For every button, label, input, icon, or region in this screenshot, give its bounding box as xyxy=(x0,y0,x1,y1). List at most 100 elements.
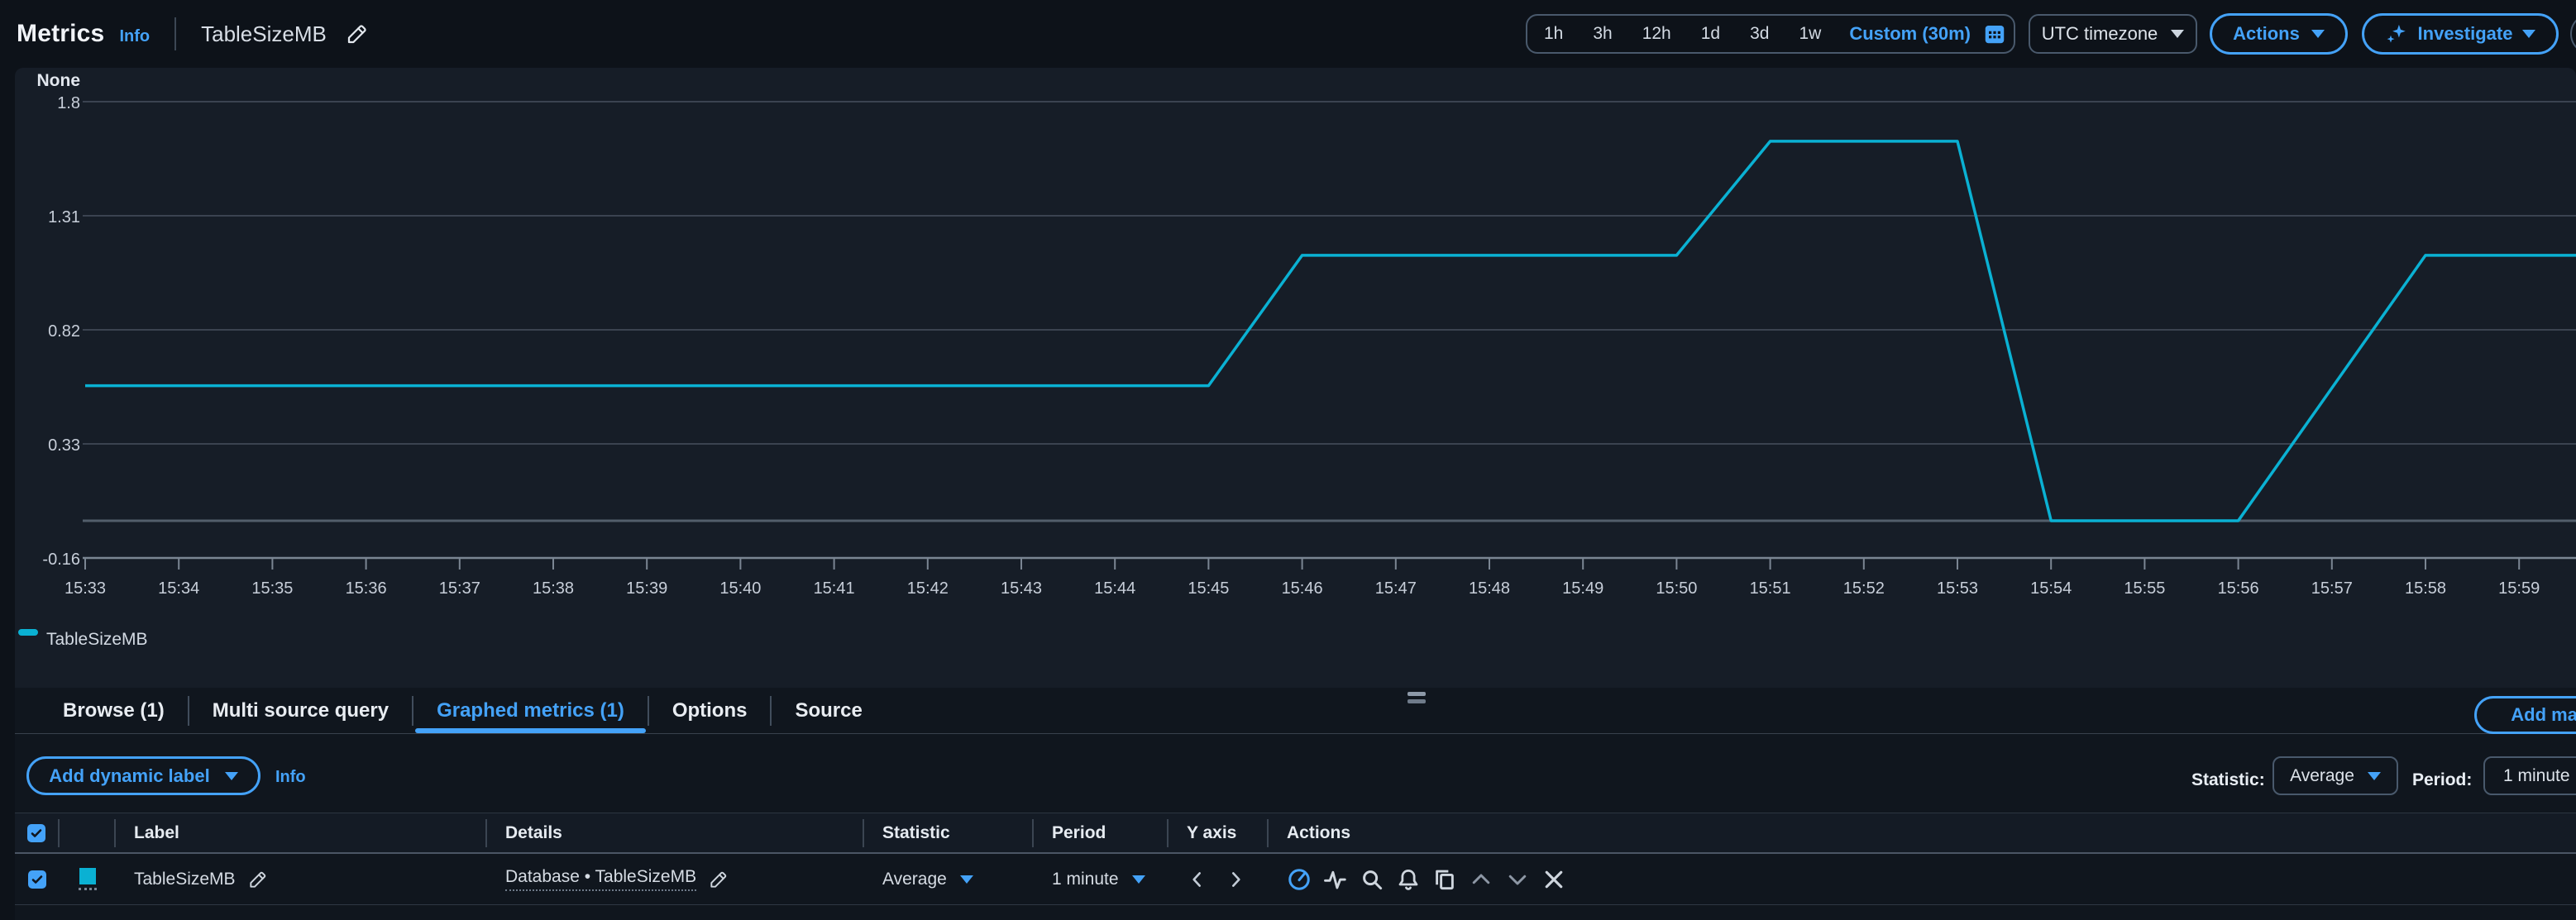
top-bar: Metrics Info TableSizeMB 1h3h12h1d3d1w C… xyxy=(0,0,2576,68)
tab-graphed-metrics-1[interactable]: Graphed metrics (1) xyxy=(413,688,648,733)
column-header-label[interactable]: Label xyxy=(116,819,487,847)
edit-graph-title-icon[interactable] xyxy=(345,21,370,46)
investigate-button[interactable]: Investigate xyxy=(2362,13,2559,55)
x-tick-label: 15:45 xyxy=(1188,579,1229,598)
metrics-info-link[interactable]: Info xyxy=(119,27,150,46)
x-tick-label: 15:42 xyxy=(907,579,949,598)
column-header-period[interactable]: Period xyxy=(1034,819,1169,847)
y-tick-label: 1.8 xyxy=(57,94,80,112)
search-icon[interactable] xyxy=(1360,867,1384,892)
statistic-select[interactable]: Average xyxy=(2273,756,2398,795)
yaxis-right-icon[interactable] xyxy=(1225,869,1246,890)
time-range-12h[interactable]: 12h xyxy=(1627,24,1686,44)
time-range-3d[interactable]: 3d xyxy=(1735,24,1784,44)
metric-line-TableSizeMB[interactable] xyxy=(85,141,2576,521)
dynamic-label-info-link[interactable]: Info xyxy=(275,768,306,787)
actions-button-label: Actions xyxy=(2233,23,2300,45)
x-tick-label: 15:40 xyxy=(719,579,761,598)
x-tick-label: 15:54 xyxy=(2030,579,2072,598)
metric-chart[interactable]: None1.81.310.820.33-0.1615:3315:3415:351… xyxy=(15,68,2576,688)
series-color-swatch[interactable] xyxy=(79,868,97,890)
y-tick-label: -0.16 xyxy=(42,551,80,569)
statistic-label: Statistic: xyxy=(2191,770,2265,790)
x-tick-label: 15:46 xyxy=(1282,579,1323,598)
time-range-3h[interactable]: 3h xyxy=(1578,24,1627,44)
x-tick-label: 15:35 xyxy=(251,579,293,598)
chevron-down-icon xyxy=(1132,875,1145,884)
panel-resize-handle[interactable] xyxy=(1407,692,1426,703)
row-statistic-cell[interactable]: Average xyxy=(864,870,1034,889)
add-math-label: Add math xyxy=(2511,704,2576,726)
header-select-all-cell xyxy=(15,819,60,847)
x-tick-label: 15:43 xyxy=(1001,579,1042,598)
header-color-cell xyxy=(60,819,116,847)
row-checkbox[interactable] xyxy=(28,870,46,889)
tab-source[interactable]: Source xyxy=(772,688,885,733)
graph-title: TableSizeMB xyxy=(201,21,327,47)
legend-swatch[interactable] xyxy=(18,629,38,636)
chevron-down-icon xyxy=(2522,30,2535,38)
chevron-down-icon xyxy=(2311,30,2325,38)
y-axis-unit-label: None xyxy=(37,71,81,90)
tab-options[interactable]: Options xyxy=(649,688,771,733)
actions-button[interactable]: Actions xyxy=(2210,13,2348,55)
tab-browse-1[interactable]: Browse (1) xyxy=(40,688,188,733)
row-details[interactable]: Database • TableSizeMB xyxy=(505,867,696,891)
column-header-yaxis[interactable]: Y axis xyxy=(1169,819,1269,847)
add-dynamic-label-text: Add dynamic label xyxy=(49,765,209,787)
x-tick-label: 15:56 xyxy=(2218,579,2259,598)
yaxis-left-icon[interactable] xyxy=(1187,869,1208,890)
x-tick-label: 15:47 xyxy=(1375,579,1417,598)
bell-icon[interactable] xyxy=(1396,867,1421,892)
time-range-1h[interactable]: 1h xyxy=(1529,24,1578,44)
time-range-1w[interactable]: 1w xyxy=(1784,24,1836,44)
clipped-button[interactable] xyxy=(2570,13,2576,55)
remove-icon[interactable] xyxy=(1541,867,1566,892)
y-tick-label: 1.31 xyxy=(48,208,80,226)
add-math-button[interactable]: Add math xyxy=(2474,696,2576,734)
gauge-icon[interactable] xyxy=(1287,867,1312,892)
edit-label-icon[interactable] xyxy=(247,869,269,890)
time-range-1d[interactable]: 1d xyxy=(1686,24,1735,44)
tab-multi-source-query[interactable]: Multi source query xyxy=(189,688,412,733)
timezone-select-value: UTC timezone xyxy=(2042,23,2158,45)
add-dynamic-label-button[interactable]: Add dynamic label xyxy=(26,756,260,795)
row-actions-cell xyxy=(1269,867,2576,892)
y-tick-label: 0.33 xyxy=(48,436,80,455)
chevron-down-icon xyxy=(225,772,238,780)
x-tick-label: 15:50 xyxy=(1656,579,1697,598)
time-range-custom[interactable]: Custom (30m) xyxy=(1836,23,1977,45)
select-all-checkbox[interactable] xyxy=(27,824,45,842)
table-header-row: Label Details Statistic Period Y axis Ac… xyxy=(15,813,2576,854)
metric-chart-card: None1.81.310.820.33-0.1615:3315:3415:351… xyxy=(15,68,2576,688)
move-down-icon[interactable] xyxy=(1505,867,1530,892)
move-up-icon[interactable] xyxy=(1469,867,1494,892)
page-heading: Metrics Info TableSizeMB xyxy=(17,0,370,68)
x-tick-label: 15:52 xyxy=(1843,579,1885,598)
pulse-icon[interactable] xyxy=(1323,867,1348,892)
x-tick-label: 15:59 xyxy=(2498,579,2540,598)
period-select[interactable]: 1 minute xyxy=(2483,756,2576,795)
x-tick-label: 15:58 xyxy=(2405,579,2446,598)
edit-details-icon[interactable] xyxy=(708,869,729,890)
calendar-icon[interactable] xyxy=(1982,21,2007,46)
chevron-down-icon xyxy=(2171,30,2184,38)
copy-icon[interactable] xyxy=(1432,867,1457,892)
x-tick-label: 15:36 xyxy=(346,579,387,598)
x-tick-label: 15:48 xyxy=(1469,579,1510,598)
time-range-control: 1h3h12h1d3d1w Custom (30m) xyxy=(1526,14,2015,54)
row-yaxis-cell xyxy=(1169,869,1269,890)
x-tick-label: 15:44 xyxy=(1094,579,1135,598)
timezone-select[interactable]: UTC timezone xyxy=(2029,14,2197,54)
column-header-actions[interactable]: Actions xyxy=(1269,819,2576,847)
legend-label[interactable]: TableSizeMB xyxy=(46,630,148,649)
table-row: TableSizeMB Database • TableSizeMB Avera… xyxy=(15,854,2576,905)
period-label: Period: xyxy=(2412,770,2472,790)
column-header-statistic[interactable]: Statistic xyxy=(864,819,1034,847)
title-divider xyxy=(174,17,176,50)
x-tick-label: 15:55 xyxy=(2124,579,2165,598)
sparkle-icon xyxy=(2385,22,2408,45)
row-period-cell[interactable]: 1 minute xyxy=(1034,870,1169,889)
column-header-details[interactable]: Details xyxy=(487,819,864,847)
row-statistic-value: Average xyxy=(882,870,947,889)
